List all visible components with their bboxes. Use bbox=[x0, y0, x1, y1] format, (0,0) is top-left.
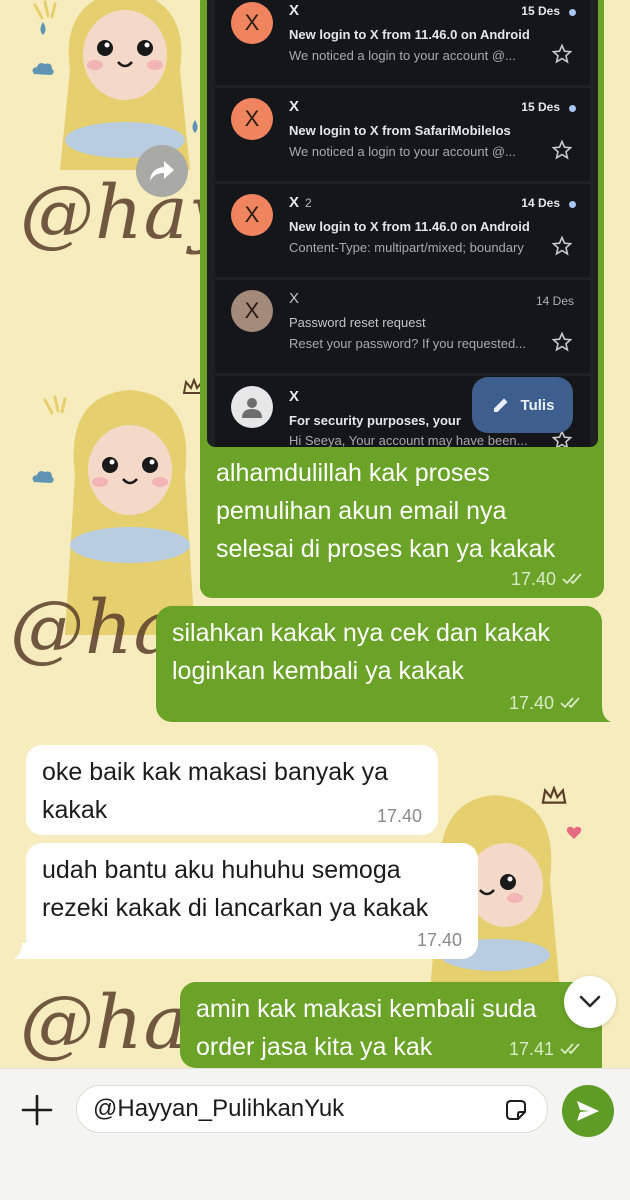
sparkle-decoration bbox=[43, 395, 67, 415]
email-subject: New login to X from 11.46.0 on Android bbox=[289, 219, 530, 234]
message-text: silahkan kakak nya cek dan kakak loginka… bbox=[172, 619, 550, 685]
sparkle-decoration bbox=[33, 0, 57, 20]
message-time: 17.40 bbox=[416, 930, 462, 950]
email-sender: X2 bbox=[289, 194, 312, 211]
outgoing-message[interactable]: alhamdulillah kak proses pemulihan akun … bbox=[200, 446, 604, 598]
email-row[interactable]: X X2 14 Des New login to X from 11.46.0 … bbox=[215, 184, 590, 277]
bubble-tail bbox=[13, 943, 28, 959]
unread-dot bbox=[569, 9, 576, 16]
sender-avatar: X bbox=[231, 290, 273, 332]
email-subject: New login to X from SafariMobileIos bbox=[289, 123, 511, 138]
email-date: 14 Des bbox=[521, 196, 560, 210]
person-icon bbox=[242, 398, 262, 418]
unread-dot bbox=[569, 105, 576, 112]
chevron-down-icon bbox=[579, 995, 601, 1008]
forward-arrow-icon bbox=[150, 161, 174, 181]
double-check-icon bbox=[560, 697, 580, 709]
email-snippet: Content-Type: multipart/mixed; boundary bbox=[289, 240, 524, 255]
message-time: 17.41 bbox=[508, 1039, 554, 1059]
incoming-message[interactable]: udah bantu aku huhuhu semoga rezeki kaka… bbox=[26, 843, 478, 959]
message-meta: 17.40 bbox=[509, 694, 586, 712]
email-sender: X bbox=[289, 2, 300, 19]
message-text: udah bantu aku huhuhu semoga rezeki kaka… bbox=[42, 856, 429, 922]
message-text: alhamdulillah kak proses pemulihan akun … bbox=[216, 459, 556, 563]
email-date: 15 Des bbox=[521, 4, 560, 18]
crown-decoration bbox=[541, 786, 567, 804]
email-row[interactable]: X X 14 Des Password reset request Reset … bbox=[215, 280, 590, 373]
send-icon bbox=[577, 1101, 599, 1121]
thread-count: 2 bbox=[305, 196, 312, 210]
sender-avatar: X bbox=[231, 2, 273, 44]
email-date: 15 Des bbox=[521, 100, 560, 114]
email-subject: Password reset request bbox=[289, 315, 426, 330]
sender-avatar: X bbox=[231, 194, 273, 236]
outgoing-message[interactable]: amin kak makasi kembali suda order jasa … bbox=[180, 982, 602, 1068]
message-time: 17.40 bbox=[508, 693, 554, 713]
pencil-icon bbox=[493, 398, 508, 412]
email-date: 14 Des bbox=[535, 294, 574, 308]
cloud-decoration bbox=[32, 471, 54, 483]
star-outline-icon[interactable] bbox=[552, 44, 572, 64]
message-input[interactable]: @Hayyan_PulihkanYuk bbox=[76, 1085, 548, 1133]
cloud-decoration bbox=[32, 63, 54, 75]
email-sender: X bbox=[289, 388, 300, 405]
forward-button[interactable] bbox=[136, 145, 188, 197]
sender-avatar: X bbox=[231, 98, 273, 140]
email-snippet: We noticed a login to your account @... bbox=[289, 144, 516, 159]
bubble-tail bbox=[596, 706, 611, 722]
send-button[interactable] bbox=[562, 1085, 614, 1137]
plus-icon bbox=[21, 1094, 53, 1126]
scroll-to-bottom-button[interactable] bbox=[564, 976, 616, 1028]
message-input-value: @Hayyan_PulihkanYuk bbox=[93, 1095, 345, 1122]
star-outline-icon[interactable] bbox=[552, 236, 572, 256]
message-meta: 17.41 bbox=[509, 1040, 586, 1058]
star-outline-icon[interactable] bbox=[552, 140, 572, 160]
email-snippet: Reset your password? If you requested... bbox=[289, 336, 527, 351]
message-text: oke baik kak makasi banyak ya kakak bbox=[42, 758, 389, 824]
sticker-icon[interactable] bbox=[503, 1097, 529, 1123]
email-sender: X bbox=[289, 98, 300, 115]
message-meta: 17.40 bbox=[511, 570, 588, 588]
raindrop-decoration bbox=[40, 22, 46, 35]
email-sender: X bbox=[289, 290, 300, 307]
incoming-message[interactable]: oke baik kak makasi banyak ya kakak 17.4… bbox=[26, 745, 438, 835]
message-meta: 17.40 bbox=[377, 807, 422, 825]
heart-decoration bbox=[566, 826, 582, 839]
message-meta: 17.40 bbox=[417, 931, 462, 949]
message-time: 17.40 bbox=[510, 569, 556, 589]
double-check-icon bbox=[560, 1043, 580, 1055]
compose-button[interactable]: Tulis bbox=[472, 377, 573, 433]
email-row[interactable]: X X 15 Des New login to X from 11.46.0 o… bbox=[215, 0, 590, 85]
star-outline-icon[interactable] bbox=[552, 332, 572, 352]
outgoing-message[interactable]: silahkan kakak nya cek dan kakak loginka… bbox=[156, 606, 602, 722]
email-snippet: Hi Seeya, Your account may have been... bbox=[289, 433, 528, 447]
email-snippet: We noticed a login to your account @... bbox=[289, 48, 516, 63]
sender-avatar bbox=[231, 386, 273, 428]
email-row[interactable]: X X 15 Des New login to X from SafariMob… bbox=[215, 88, 590, 181]
raindrop-decoration bbox=[192, 120, 198, 133]
compose-label: Tulis bbox=[520, 396, 555, 414]
attach-button[interactable] bbox=[16, 1089, 58, 1131]
message-composer: @Hayyan_PulihkanYuk bbox=[0, 1068, 630, 1200]
unread-dot bbox=[569, 201, 576, 208]
message-time: 17.40 bbox=[376, 806, 422, 826]
double-check-icon bbox=[562, 573, 582, 585]
email-subject: New login to X from 11.46.0 on Android bbox=[289, 27, 530, 42]
